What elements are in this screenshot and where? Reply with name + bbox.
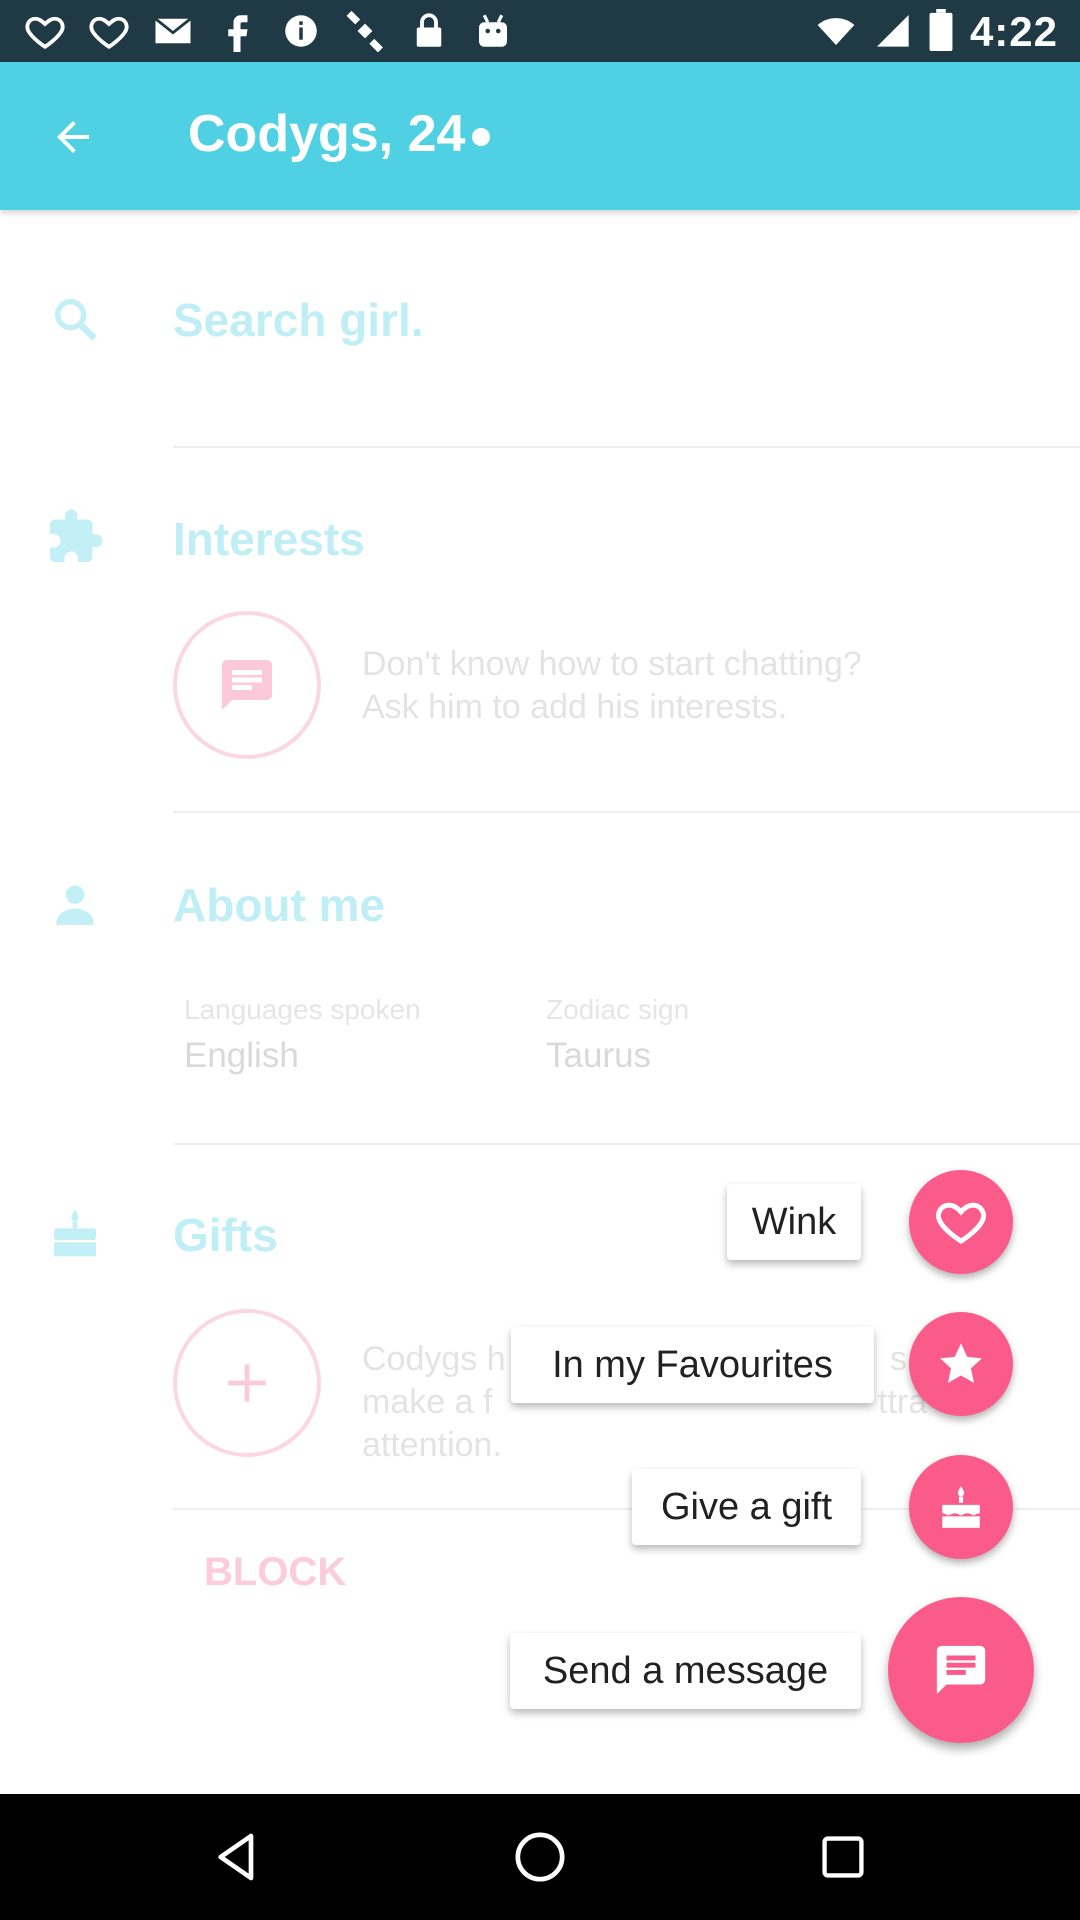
page-title: Codygs, 24 <box>188 105 466 163</box>
favourites-label[interactable]: In my Favourites <box>511 1327 874 1403</box>
heart-notification-icon <box>24 10 66 52</box>
lock-icon <box>408 10 450 52</box>
status-bar: 4:22 <box>0 0 1080 62</box>
mail-icon <box>152 10 194 52</box>
favourite-button[interactable] <box>909 1312 1013 1416</box>
give-gift-label[interactable]: Give a gift <box>632 1469 861 1545</box>
arrow-back-icon <box>57 121 89 153</box>
chat-icon <box>936 1645 986 1695</box>
cake-icon <box>942 1486 980 1528</box>
wink-button[interactable] <box>909 1170 1013 1274</box>
home-circle-icon <box>515 1832 565 1882</box>
wifi-icon <box>816 10 856 55</box>
wink-label[interactable]: Wink <box>727 1184 861 1260</box>
back-triangle-icon <box>218 1833 254 1881</box>
nav-home-button[interactable] <box>500 1817 580 1897</box>
app-bar: Codygs, 24 <box>0 62 1080 210</box>
back-button[interactable] <box>42 106 104 168</box>
dim-overlay[interactable] <box>0 210 1080 1794</box>
facebook-icon <box>216 10 258 52</box>
navigation-bar <box>0 1794 1080 1920</box>
send-message-label[interactable]: Send a message <box>510 1633 861 1709</box>
notification-icons <box>24 10 514 53</box>
satellite-icon <box>344 10 386 53</box>
heart-notification-icon <box>88 10 130 52</box>
nav-recents-button[interactable] <box>803 1817 883 1897</box>
heart-outline-icon <box>936 1202 986 1245</box>
online-status-dot <box>472 128 490 146</box>
system-status: 4:22 <box>816 8 1058 56</box>
nav-back-button[interactable] <box>197 1817 277 1897</box>
send-message-button[interactable] <box>888 1597 1034 1743</box>
battery-icon <box>928 8 954 56</box>
info-icon <box>280 10 322 52</box>
give-gift-button[interactable] <box>909 1455 1013 1559</box>
star-icon <box>940 1343 982 1383</box>
clock: 4:22 <box>969 8 1058 55</box>
android-icon <box>472 10 514 52</box>
recents-square-icon <box>822 1836 864 1878</box>
signal-icon <box>872 10 912 55</box>
